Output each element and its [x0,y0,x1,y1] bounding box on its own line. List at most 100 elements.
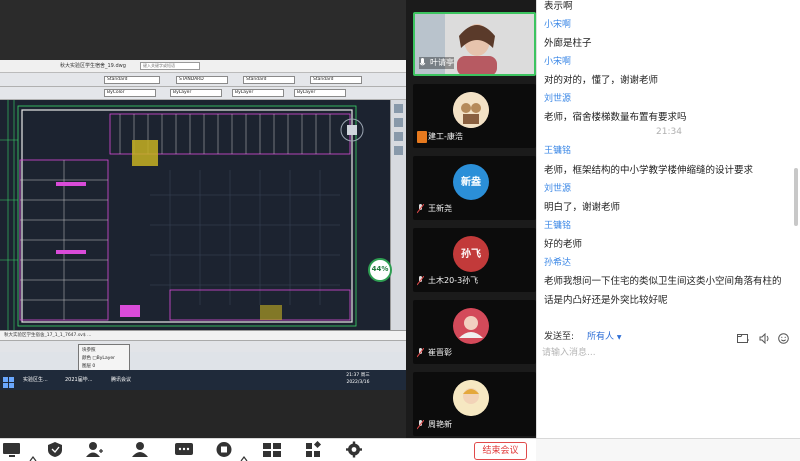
participant-name: 建工-康浩 [417,131,463,143]
video-list-handle[interactable] [451,3,491,17]
lineweight-select[interactable]: ByLayer [294,89,346,97]
cad-search-input[interactable]: 键入关键字或短语 [140,62,200,70]
cad-drawing-canvas[interactable] [0,100,390,330]
chevron-up-icon[interactable] [29,448,37,461]
meeting-toolbar: 结束会议 [0,438,800,461]
chat-footer-strip [536,439,800,461]
chat-button[interactable] [174,441,198,460]
record-button[interactable] [214,441,238,460]
chat-message: 表示啊 [544,1,573,12]
participant-tile[interactable]: 孙飞 土木20-3孙飞 [413,228,536,292]
shared-screen: 秋大实验区学生宿舍_19.dwg 键入关键字或短语 Standard STAND… [0,0,406,438]
chat-sender: 小宋啊 [544,20,572,30]
participant-avatar: 孙飞 [453,236,489,272]
cad-command-line[interactable]: 秋大实验区学生宿舍_17_1_1_7647.sv$ ... [0,330,406,340]
chat-message: 对的对的，懂了，谢谢老师 [544,75,659,86]
invite-button[interactable] [84,441,108,460]
end-meeting-button[interactable]: 结束会议 [474,442,527,460]
taskbar-item[interactable]: 实验区生... [20,373,48,387]
dim-style-select[interactable]: STANDARD [176,76,228,84]
popup-row: 颜色 □ByLayer [82,356,115,361]
chat-message-list[interactable]: 表示啊 小宋啊 外廊是柱子 小宋啊 对的对的，懂了，谢谢老师 刘世源 老师，宿舍… [537,0,800,322]
layout-button[interactable] [262,441,286,460]
chat-sender: 刘世源 [544,94,572,104]
speaker-icon[interactable] [759,329,770,345]
participant-name: 崔晋彰 [416,347,452,359]
table-style-select[interactable]: Standard [243,76,295,84]
chat-sender: 王镛铭 [544,221,572,231]
settings-button[interactable] [344,441,368,460]
popup-title: 块参照 [82,348,96,353]
emoji-icon[interactable] [778,329,789,344]
chat-sender: 小宋啊 [544,57,572,67]
participant-name: 王新尧 [416,203,452,215]
participant-tile[interactable]: 新盎 王新尧 [413,156,536,220]
mic-off-icon [416,347,425,358]
participant-name: 周艳新 [416,419,452,431]
taskbar-clock: 21:37 周三 2022/3/16 [338,372,378,386]
chat-sender: 王镛铭 [544,146,572,156]
chat-sender: 孙希达 [544,258,572,268]
send-to-select[interactable]: 所有人 ▼ [587,329,622,342]
cad-toolbar-styles: Standard STANDARD Standard Standard [0,73,406,87]
chevron-up-icon[interactable] [240,448,248,461]
gear-icon [346,441,362,458]
chat-panel: 表示啊 小宋啊 外廊是柱子 小宋啊 对的对的，懂了，谢谢老师 刘世源 老师，宿舍… [536,0,800,438]
file-icon[interactable] [737,329,750,343]
chat-message: 好的老师 [544,239,583,250]
chat-scroll-thumb[interactable] [794,168,798,226]
color-select[interactable]: ByColor [104,89,156,97]
chat-timestamp: 21:34 [656,127,682,137]
windows-start-icon[interactable] [3,374,15,388]
cad-window: 秋大实验区学生宿舍_19.dwg 键入关键字或短语 Standard STAND… [0,60,406,386]
security-button[interactable] [46,441,70,460]
mleader-style-select[interactable]: Standard [310,76,362,84]
participant-tile[interactable]: 周艳新 [413,372,536,436]
cad-file-title: 秋大实验区学生宿舍_19.dwg [60,63,126,69]
apps-button[interactable] [304,440,328,460]
layer-select[interactable]: ByLayer [170,89,222,97]
share-screen-button[interactable] [2,441,26,460]
host-icon [417,131,427,143]
zoom-tool-icon[interactable] [394,118,403,127]
chat-message: 老师我想问一下住宅的类似卫生间这类小空间角落有柱的 [544,276,782,287]
taskbar-item[interactable]: 2021届毕... [62,373,93,387]
mic-off-icon [416,203,425,214]
chat-message-input[interactable] [542,345,794,361]
cad-status-bar [0,340,406,352]
chat-scrollbar[interactable] [794,0,798,322]
pan-tool-icon[interactable] [394,104,403,113]
text-style-select[interactable]: Standard [104,76,160,84]
participant-tile[interactable]: 崔晋彰 [413,300,536,364]
showmotion-icon[interactable] [394,146,403,155]
participant-avatar [453,308,489,344]
taskbar-date: 2022/3/16 [346,380,370,385]
avatar-text: 孙飞 [461,249,481,260]
participant-tile[interactable]: 建工-康浩 [413,84,536,148]
participant-avatar [453,92,489,128]
participants-button[interactable] [130,441,154,460]
zoom-level: 44% [371,265,389,273]
mic-off-icon [416,275,425,286]
chat-message: 话是内凸好还是外突比较好呢 [544,295,668,306]
zoom-level-badge: 44% [368,258,392,282]
mic-off-icon [416,419,425,430]
participant-name: 土木20-3孙飞 [416,275,478,287]
cad-title-bar: 秋大实验区学生宿舍_19.dwg 键入关键字或短语 [0,60,406,73]
cad-right-toolbar [390,100,406,340]
linetype-select[interactable]: ByLayer [232,89,284,97]
taskbar-item[interactable]: 腾讯会议 [108,373,131,387]
participant-video-list: 叶请亭 建工-康浩 新盎 王新尧 孙飞 土木20-3孙飞 崔晋彰 周艳新 [406,0,536,438]
participant-name: 叶请亭 [419,57,454,69]
orbit-tool-icon[interactable] [394,132,403,141]
participant-tile[interactable]: 叶请亭 [413,12,536,76]
send-to-label: 发送至: [544,332,575,342]
participant-avatar [453,380,489,416]
cad-toolbar-properties: ByColor ByLayer ByLayer ByLayer [0,87,406,100]
shared-screen-padding [0,390,406,438]
chat-message: 明白了，谢谢老师 [544,202,621,213]
chat-message: 外廊是柱子 [544,38,592,49]
participant-avatar: 新盎 [453,164,489,200]
mic-on-icon [419,58,426,68]
chat-sender: 刘世源 [544,184,572,194]
